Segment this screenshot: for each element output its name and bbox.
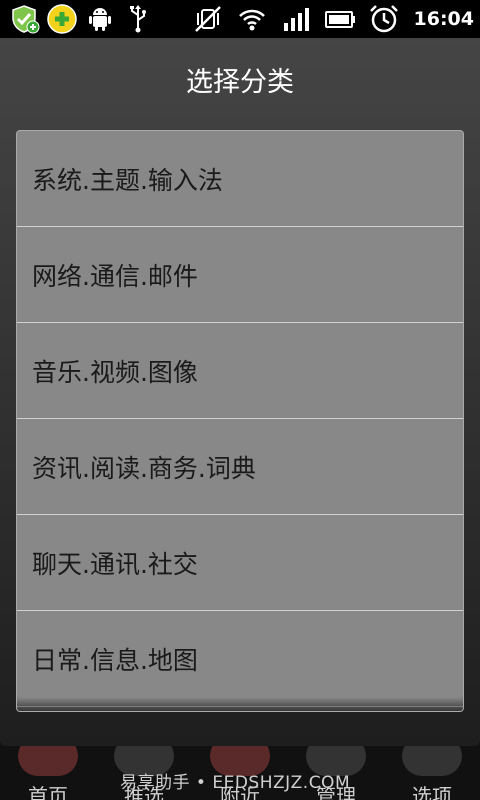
list-item-label: 日常.信息.地图 bbox=[32, 645, 198, 675]
list-item[interactable]: 网络.通信.邮件 bbox=[17, 227, 463, 323]
notification-icons bbox=[8, 3, 154, 35]
signal-icon bbox=[283, 8, 309, 31]
list-item[interactable]: 音乐.视频.图像 bbox=[17, 323, 463, 419]
scroll-fade bbox=[17, 697, 463, 711]
shield-check-icon bbox=[12, 5, 40, 34]
watermark: 易享助手 • EEDSHZJZ.COM bbox=[120, 773, 351, 793]
alarm-clock-icon bbox=[369, 5, 398, 33]
system-indicators: 16:04 bbox=[192, 0, 474, 38]
nav-item-label: 首页 bbox=[28, 784, 68, 800]
nav-item-home[interactable]: 首页 bbox=[0, 736, 96, 800]
category-list[interactable]: 系统.主题.输入法 网络.通信.邮件 音乐.视频.图像 资讯.阅读.商务.词典 … bbox=[16, 130, 464, 712]
list-item-label: 网络.通信.邮件 bbox=[32, 261, 198, 291]
list-item-label: 音乐.视频.图像 bbox=[32, 357, 198, 387]
vibrate-off-icon bbox=[194, 6, 221, 32]
status-time: 16:04 bbox=[413, 8, 474, 30]
android-icon bbox=[89, 8, 111, 31]
list-item[interactable]: 系统.主题.输入法 bbox=[17, 131, 463, 227]
status-bar: 16:04 bbox=[0, 0, 480, 38]
battery-icon bbox=[324, 11, 355, 28]
list-item-label: 资讯.阅读.商务.词典 bbox=[32, 453, 256, 483]
nav-item-label: 选项 bbox=[412, 784, 452, 800]
nav-item-options[interactable]: 选项 bbox=[384, 736, 480, 800]
usb-icon bbox=[130, 5, 146, 33]
dialog-title: 选择分类 bbox=[186, 67, 294, 98]
list-item[interactable]: 日常.信息.地图 bbox=[17, 611, 463, 707]
list-item-label: 系统.主题.输入法 bbox=[32, 165, 223, 195]
list-item[interactable]: 聊天.通讯.社交 bbox=[17, 515, 463, 611]
category-dialog: 选择分类 系统.主题.输入法 网络.通信.邮件 音乐.视频.图像 资讯.阅读.商… bbox=[0, 38, 480, 746]
wifi-icon bbox=[238, 9, 265, 31]
plus-circle-icon bbox=[47, 4, 77, 34]
list-item[interactable]: 资讯.阅读.商务.词典 bbox=[17, 419, 463, 515]
list-item-label: 聊天.通讯.社交 bbox=[32, 549, 198, 579]
